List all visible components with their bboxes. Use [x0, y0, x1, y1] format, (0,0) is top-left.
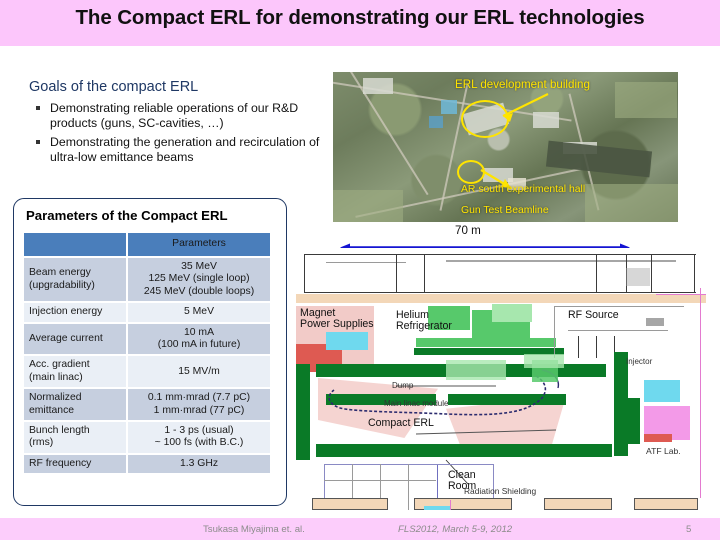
list-item: Demonstrating the generation and recircu…: [33, 135, 323, 164]
list-item: Demonstrating reliable operations of our…: [33, 101, 323, 130]
table-row: Average current 10 mA (100 mA in future): [24, 323, 270, 355]
table-row: Beam energy (upgradability) 35 MeV 125 MeV…: [24, 258, 270, 302]
row-key: RF frequency: [24, 454, 126, 474]
floorplan-diagram: Magnet Power Supplies Helium Refrigerato…: [296, 248, 710, 510]
row-key: Normalized emittance: [24, 389, 126, 421]
row-key: Beam energy (upgradability): [24, 258, 126, 302]
slide-root: The Compact ERL for demonstrating our ER…: [0, 0, 720, 540]
header-cell-value: Parameters: [128, 233, 270, 256]
radiation-shielding-label: Radiation Shielding: [464, 486, 537, 496]
table-header-row: Parameters: [24, 233, 270, 256]
dimension-label: 70 m: [455, 224, 481, 237]
table-row: Acc. gradient (main linac) 15 MV/m: [24, 356, 270, 388]
table-row: Normalized emittance 0.1 mm·mrad (7.7 pC)…: [24, 389, 270, 421]
parameters-title: Parameters of the Compact ERL: [26, 208, 228, 223]
footer-page-number: 5: [686, 524, 692, 535]
footer-band: [0, 518, 720, 540]
table-row: RF frequency 1.3 GHz: [24, 454, 270, 474]
magnet-power-supplies-label: Magnet Power Supplies: [300, 307, 374, 330]
table-row: Injection energy 5 MeV: [24, 303, 270, 322]
row-key: Injection energy: [24, 303, 126, 322]
bullet-icon: [36, 106, 40, 110]
photo-annotation-arrows: [480, 93, 549, 189]
goal-text: Demonstrating the generation and recircu…: [50, 135, 320, 164]
goals-heading: Goals of the compact ERL: [29, 79, 199, 95]
row-key: Acc. gradient (main linac): [24, 356, 126, 388]
row-value: 10 mA (100 mA in future): [128, 323, 270, 355]
table-row: Bunch length (rms) 1 - 3 ps (usual) ~ 100 …: [24, 422, 270, 453]
atf-lab-label: ATF Lab.: [646, 446, 681, 456]
injector-label: Injector: [626, 357, 653, 366]
ar-south-label: AR south experimental hall: [461, 184, 586, 195]
main-linac-label: Main linac module: [384, 399, 449, 408]
row-value: 0.1 mm·mrad (7.7 pC) 1 mm·mrad (77 pC): [128, 389, 270, 421]
row-value: 1 - 3 ps (usual) ~ 100 fs (with B.C.): [128, 422, 270, 453]
rf-source-label: RF Source: [568, 309, 619, 321]
dump-label: Dump: [392, 381, 414, 390]
parameters-table: Parameters Beam energy (upgradability) 35…: [22, 231, 272, 475]
row-value: 5 MeV: [128, 303, 270, 322]
compact-erl-label: Compact ERL: [368, 417, 434, 429]
goal-text: Demonstrating reliable operations of our…: [50, 101, 299, 130]
helium-refrigerator-label: Helium Refrigerator: [396, 309, 452, 332]
row-value: 1.3 GHz: [128, 454, 270, 474]
erl-building-label: ERL development building: [455, 78, 590, 91]
header-cell-key: [24, 233, 126, 256]
row-value: 35 MeV 125 MeV (single loop) 245 MeV (doub…: [128, 258, 270, 302]
row-key: Bunch length (rms): [24, 422, 126, 453]
goals-list: Demonstrating reliable operations of our…: [33, 101, 323, 169]
aerial-photo: ERL development building AR south experi…: [333, 72, 678, 222]
footer-conference: FLS2012, March 5-9, 2012: [398, 524, 513, 535]
row-value: 15 MV/m: [128, 356, 270, 388]
page-title: The Compact ERL for demonstrating our ER…: [75, 6, 645, 29]
bullet-icon: [36, 140, 40, 144]
footer-author: Tsukasa Miyajima et. al.: [203, 524, 305, 535]
gun-test-beamline-label: Gun Test Beamline: [461, 205, 549, 216]
row-key: Average current: [24, 323, 126, 355]
